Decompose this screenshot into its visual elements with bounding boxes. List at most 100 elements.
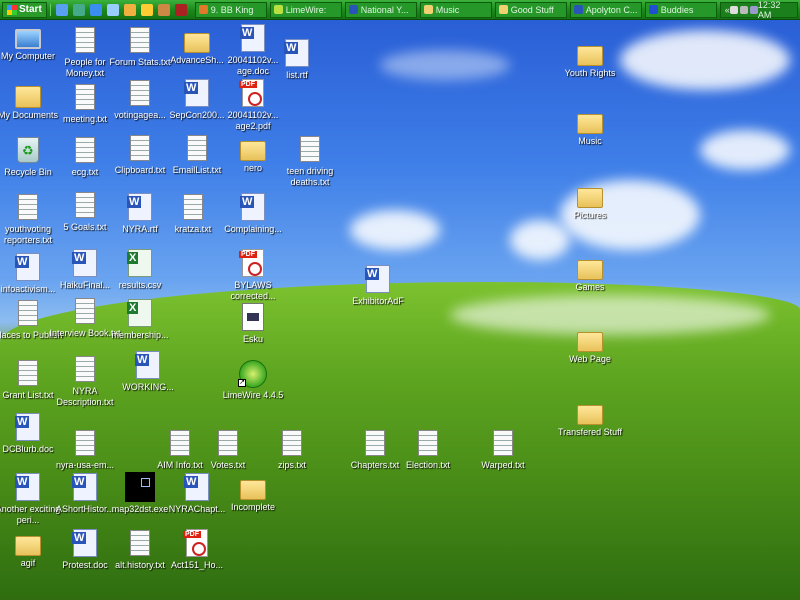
desktop-icon-label: Complaining... (224, 224, 282, 234)
pdf-icon (183, 529, 208, 557)
txt-icon (75, 356, 95, 382)
desktop-icon[interactable]: membership... (102, 298, 178, 341)
task-button[interactable]: Apolyton C... (569, 1, 642, 18)
network-icon[interactable] (106, 3, 119, 16)
start-button[interactable]: Start (2, 1, 47, 18)
doc-icon (284, 39, 309, 67)
wallpaper-cloud (620, 30, 790, 90)
desktop-icon[interactable]: BYLAWS corrected... (215, 248, 291, 302)
desktop-icon-label: list.rtf (286, 70, 308, 80)
desktop-icon[interactable]: Warped.txt (465, 428, 541, 471)
txt-icon (18, 194, 38, 220)
desktop-icon-label: Games (575, 282, 605, 292)
txt-icon (282, 430, 302, 456)
game-icon[interactable] (174, 3, 187, 16)
task-button[interactable]: LimeWire: (269, 1, 342, 18)
desktop-icon[interactable]: Election.txt (390, 428, 466, 471)
clock[interactable]: 12:32 AM (758, 0, 793, 20)
desktop-icon[interactable]: nyra-usa-em... (47, 428, 123, 471)
desktop-icon-label: nyra-usa-em... (55, 460, 115, 470)
system-tray: « 12:32 AM (719, 0, 798, 20)
media-icon[interactable] (157, 3, 170, 16)
txt-icon (18, 300, 38, 326)
network-tray-icon[interactable] (729, 5, 738, 14)
folder-icon (423, 5, 433, 14)
show-desktop-icon[interactable] (55, 3, 68, 16)
doc-icon (127, 193, 152, 221)
desktop-icon-label: results.csv (118, 280, 162, 290)
txt-icon (170, 430, 190, 456)
desktop-icon-label: Youth Rights (564, 68, 616, 78)
task-button[interactable]: Buddies (644, 1, 717, 18)
desktop-icon[interactable]: ExhibitorAdF (340, 264, 416, 307)
doc-icon (184, 79, 209, 107)
txt-icon (365, 430, 385, 456)
desktop-icon-label: Pictures (573, 210, 607, 220)
txt-icon (75, 192, 95, 218)
desktop-icon[interactable]: results.csv (102, 248, 178, 291)
internet-explorer-icon[interactable] (89, 3, 102, 16)
desktop: My ComputerMy DocumentsRecycle Binyouthv… (0, 20, 800, 600)
desktop-icon[interactable]: Incomplete (215, 472, 291, 513)
word-icon (573, 5, 583, 14)
desktop-icon[interactable]: ↗ LimeWire 4.4.5 (215, 360, 291, 401)
desktop-icon[interactable]: Complaining... (215, 192, 291, 235)
shortcut-arrow-icon: ↗ (238, 379, 246, 387)
desktop-icon-label: Warped.txt (481, 460, 525, 470)
desktop-icon[interactable]: Youth Rights (552, 38, 628, 79)
desktop-icon-label: Incomplete (230, 502, 276, 512)
desktop-icon[interactable]: Esku (215, 302, 291, 345)
desktop-icon[interactable]: list.rtf (259, 38, 335, 81)
doc-icon (72, 473, 97, 501)
outlook-icon[interactable] (123, 3, 136, 16)
desktop-icon[interactable]: zips.txt (254, 428, 330, 471)
desktop-icon-label: WORKING... (122, 382, 174, 392)
task-label: 9. BB King (210, 4, 254, 15)
desktop-icon[interactable]: Music (552, 106, 628, 147)
doc-icon (15, 253, 40, 281)
msn-icon[interactable] (72, 3, 85, 16)
doc-icon (365, 265, 390, 293)
desktop-icon-label: Transfered Stuff (557, 427, 623, 437)
limewire-icon: ↗ (238, 360, 267, 388)
task-button[interactable]: Good Stuff (494, 1, 567, 18)
folder-icon (240, 141, 266, 161)
desktop-icon[interactable]: Pictures (552, 180, 628, 221)
windows-logo-icon (7, 4, 17, 15)
buddy-list-icon (648, 5, 658, 14)
aim-icon[interactable] (140, 3, 153, 16)
xls-icon (127, 249, 152, 277)
desktop-icon-label: zips.txt (277, 460, 306, 470)
task-button[interactable]: Music (419, 1, 492, 18)
txt-icon (75, 27, 95, 53)
volume-tray-icon[interactable] (739, 5, 748, 14)
folder-icon (15, 536, 41, 556)
doc-icon (15, 413, 40, 441)
word-icon (348, 5, 358, 14)
desktop-icon[interactable]: Games (552, 252, 628, 293)
folder-icon (498, 5, 508, 14)
desktop-icon[interactable]: 20041102v... age2.pdf (215, 78, 291, 132)
folder-icon (577, 260, 603, 280)
desktop-icon-label: Music (578, 136, 602, 146)
desktop-icon[interactable]: WORKING... (110, 350, 186, 393)
desktop-icon[interactable]: Web Page (552, 324, 628, 365)
desktop-icon[interactable]: Transfered Stuff (552, 397, 628, 438)
task-button[interactable]: National Y... (344, 1, 417, 18)
desktop-icon-label: LimeWire 4.4.5 (222, 390, 284, 400)
txt-icon (75, 137, 95, 163)
task-button[interactable]: 9. BB King (194, 1, 267, 18)
taskbar: Start 9. BB King LimeWire: National Y... Mu… (0, 0, 800, 20)
task-label: LimeWire: (285, 4, 327, 15)
doc-icon (72, 249, 97, 277)
desktop-icon[interactable]: Act151_Ho... (159, 528, 235, 571)
task-label: National Y... (360, 4, 409, 15)
desktop-icon[interactable]: teen driving deaths.txt (272, 134, 348, 188)
messenger-tray-icon[interactable] (749, 5, 758, 14)
folder-icon (184, 33, 210, 53)
wallpaper-cloud (700, 130, 790, 170)
winamp-icon (198, 5, 208, 14)
pdf-icon (239, 79, 264, 107)
txt-icon (130, 135, 150, 161)
txt-icon (493, 430, 513, 456)
